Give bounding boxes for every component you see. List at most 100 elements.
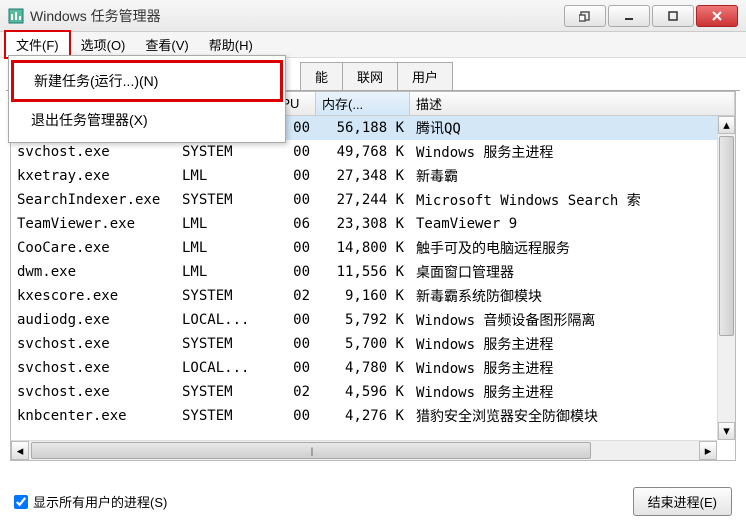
menu-help[interactable]: 帮助(H): [199, 32, 263, 57]
menu-options[interactable]: 选项(O): [71, 32, 136, 57]
menu-view[interactable]: 查看(V): [135, 32, 198, 57]
window-controls: [564, 5, 738, 27]
table-body: QQ.exeLML0056,188 K腾讯QQsvchost.exeSYSTEM…: [11, 116, 735, 440]
table-row[interactable]: kxescore.exeSYSTEM029,160 K新毒霸系统防御模块: [11, 284, 735, 308]
help-button[interactable]: [564, 5, 606, 27]
cell-user: LML: [176, 264, 266, 280]
cell-cpu: 00: [266, 240, 316, 256]
table-row[interactable]: dwm.exeLML0011,556 K桌面窗口管理器: [11, 260, 735, 284]
cell-desc: Windows 服务主进程: [410, 358, 735, 378]
table-row[interactable]: svchost.exeSYSTEM024,596 KWindows 服务主进程: [11, 380, 735, 404]
cell-cpu: 02: [266, 384, 316, 400]
col-memory[interactable]: 内存(...: [316, 92, 410, 115]
cell-mem: 23,308 K: [316, 216, 410, 232]
cell-mem: 56,188 K: [316, 120, 410, 136]
tab-performance-partial[interactable]: 能: [300, 62, 343, 90]
cell-desc: Windows 服务主进程: [410, 334, 735, 354]
show-all-label: 显示所有用户的进程(S): [33, 492, 167, 511]
cell-desc: Windows 服务主进程: [410, 142, 735, 162]
cell-img: kxetray.exe: [11, 168, 176, 184]
cell-cpu: 00: [266, 144, 316, 160]
table-row[interactable]: TeamViewer.exeLML0623,308 KTeamViewer 9: [11, 212, 735, 236]
cell-img: svchost.exe: [11, 384, 176, 400]
cell-mem: 27,348 K: [316, 168, 410, 184]
cell-img: TeamViewer.exe: [11, 216, 176, 232]
cell-img: SearchIndexer.exe: [11, 192, 176, 208]
scroll-down-icon[interactable]: ▾: [718, 422, 735, 440]
cell-mem: 4,780 K: [316, 360, 410, 376]
cell-mem: 9,160 K: [316, 288, 410, 304]
tab-users[interactable]: 用户: [397, 62, 453, 90]
table-row[interactable]: audiodg.exeLOCAL...005,792 KWindows 音频设备…: [11, 308, 735, 332]
cell-desc: Microsoft Windows Search 索: [410, 190, 735, 210]
scroll-thumb-h[interactable]: |||: [31, 442, 591, 459]
table-row[interactable]: knbcenter.exeSYSTEM004,276 K猎豹安全浏览器安全防御模…: [11, 404, 735, 428]
cell-desc: 猎豹安全浏览器安全防御模块: [410, 406, 735, 426]
maximize-button[interactable]: [652, 5, 694, 27]
minimize-button[interactable]: [608, 5, 650, 27]
table-row[interactable]: svchost.exeSYSTEM005,700 KWindows 服务主进程: [11, 332, 735, 356]
table-row[interactable]: SearchIndexer.exeSYSTEM0027,244 KMicroso…: [11, 188, 735, 212]
cell-img: svchost.exe: [11, 336, 176, 352]
show-all-checkbox-input[interactable]: [14, 495, 28, 509]
cell-user: LML: [176, 168, 266, 184]
menu-exit[interactable]: 退出任务管理器(X): [11, 102, 283, 138]
cell-img: dwm.exe: [11, 264, 176, 280]
table-row[interactable]: svchost.exeLOCAL...004,780 KWindows 服务主进…: [11, 356, 735, 380]
cell-mem: 5,792 K: [316, 312, 410, 328]
horizontal-scrollbar[interactable]: ◂ ||| ▸: [11, 440, 717, 460]
cell-cpu: 00: [266, 408, 316, 424]
cell-cpu: 00: [266, 336, 316, 352]
table-row[interactable]: CooCare.exeLML0014,800 K触手可及的电脑远程服务: [11, 236, 735, 260]
cell-desc: Windows 服务主进程: [410, 382, 735, 402]
cell-mem: 27,244 K: [316, 192, 410, 208]
table-row[interactable]: kxetray.exeLML0027,348 K新毒霸: [11, 164, 735, 188]
cell-user: LOCAL...: [176, 360, 266, 376]
table-row[interactable]: svchost.exeSYSTEM0049,768 KWindows 服务主进程: [11, 140, 735, 164]
cell-user: SYSTEM: [176, 144, 266, 160]
scroll-left-icon[interactable]: ◂: [11, 441, 29, 460]
end-process-button[interactable]: 结束进程(E): [633, 487, 732, 516]
cell-desc: 新毒霸系统防御模块: [410, 286, 735, 306]
cell-desc: 新毒霸: [410, 166, 735, 186]
vertical-scrollbar[interactable]: ▴ ▾: [717, 116, 735, 440]
cell-cpu: 00: [266, 312, 316, 328]
process-table: 映像名称 用户名 CPU 内存(... 描述 QQ.exeLML0056,188…: [10, 91, 736, 461]
cell-desc: Windows 音频设备图形隔离: [410, 310, 735, 330]
cell-desc: 桌面窗口管理器: [410, 262, 735, 282]
window-title: Windows 任务管理器: [30, 6, 564, 26]
cell-user: LML: [176, 240, 266, 256]
show-all-users-checkbox[interactable]: 显示所有用户的进程(S): [14, 492, 167, 511]
cell-cpu: 02: [266, 288, 316, 304]
cell-img: kxescore.exe: [11, 288, 176, 304]
col-description[interactable]: 描述: [410, 92, 735, 115]
cell-user: SYSTEM: [176, 384, 266, 400]
cell-img: knbcenter.exe: [11, 408, 176, 424]
cell-img: svchost.exe: [11, 144, 176, 160]
cell-user: LOCAL...: [176, 312, 266, 328]
scroll-right-icon[interactable]: ▸: [699, 441, 717, 460]
close-button[interactable]: [696, 5, 738, 27]
tab-networking[interactable]: 联网: [342, 62, 398, 90]
cell-user: SYSTEM: [176, 192, 266, 208]
scroll-thumb-v[interactable]: [719, 136, 734, 336]
menu-new-task[interactable]: 新建任务(运行...)(N): [11, 60, 283, 102]
cell-desc: TeamViewer 9: [410, 216, 735, 232]
cell-user: SYSTEM: [176, 336, 266, 352]
cell-cpu: 00: [266, 360, 316, 376]
cell-mem: 4,596 K: [316, 384, 410, 400]
cell-mem: 11,556 K: [316, 264, 410, 280]
cell-img: svchost.exe: [11, 360, 176, 376]
cell-desc: 触手可及的电脑远程服务: [410, 238, 735, 258]
cell-cpu: 00: [266, 168, 316, 184]
cell-user: SYSTEM: [176, 408, 266, 424]
cell-cpu: 00: [266, 264, 316, 280]
cell-img: CooCare.exe: [11, 240, 176, 256]
file-dropdown: 新建任务(运行...)(N) 退出任务管理器(X): [8, 55, 286, 143]
app-icon: [8, 8, 24, 24]
cell-img: audiodg.exe: [11, 312, 176, 328]
cell-desc: 腾讯QQ: [410, 118, 735, 138]
scroll-up-icon[interactable]: ▴: [718, 116, 735, 134]
cell-user: SYSTEM: [176, 288, 266, 304]
cell-cpu: 06: [266, 216, 316, 232]
